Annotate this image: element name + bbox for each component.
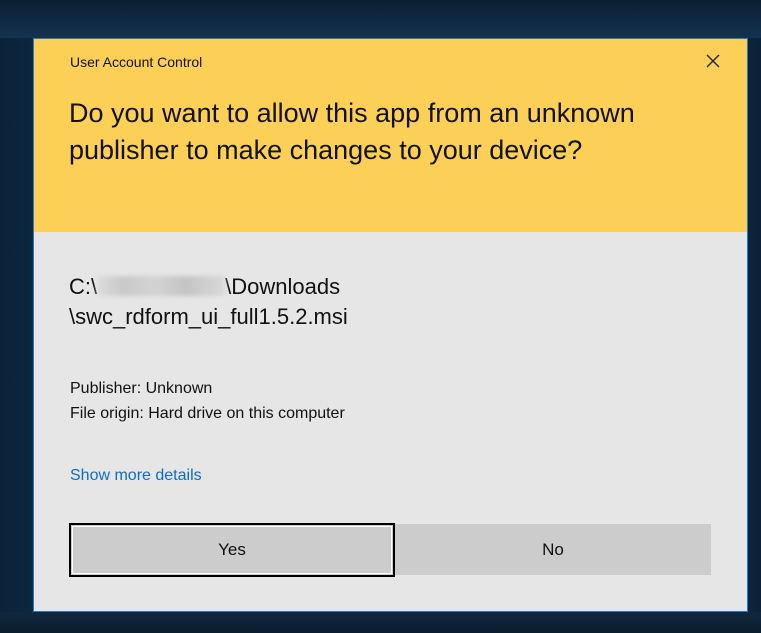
close-icon bbox=[706, 54, 720, 68]
yes-button[interactable]: Yes bbox=[69, 523, 395, 577]
dialog-title: User Account Control bbox=[70, 54, 203, 70]
file-path-suffix: \Downloads bbox=[225, 274, 341, 299]
no-button[interactable]: No bbox=[395, 524, 711, 575]
uac-dialog: User Account Control Do you want to allo… bbox=[33, 38, 748, 612]
file-path-prefix: C:\ bbox=[69, 274, 98, 299]
file-name: \swc_rdform_ui_full1.5.2.msi bbox=[69, 304, 348, 329]
publisher-text: Publisher: Unknown bbox=[70, 380, 213, 397]
close-button[interactable] bbox=[696, 45, 730, 77]
file-info: Publisher: Unknown File origin: Hard dri… bbox=[70, 376, 345, 426]
show-more-details-link[interactable]: Show more details bbox=[70, 467, 202, 485]
dialog-header: User Account Control Do you want to allo… bbox=[34, 39, 747, 232]
redacted-username bbox=[97, 276, 226, 296]
desktop-background-top bbox=[0, 0, 761, 38]
desktop-background-bottom bbox=[0, 612, 761, 633]
dialog-question: Do you want to allow this app from an un… bbox=[69, 98, 635, 165]
file-origin-text: File origin: Hard drive on this computer bbox=[70, 405, 345, 422]
file-path: C:\ \Downloads \swc_rdform_ui_full1.5.2.m… bbox=[69, 272, 348, 332]
